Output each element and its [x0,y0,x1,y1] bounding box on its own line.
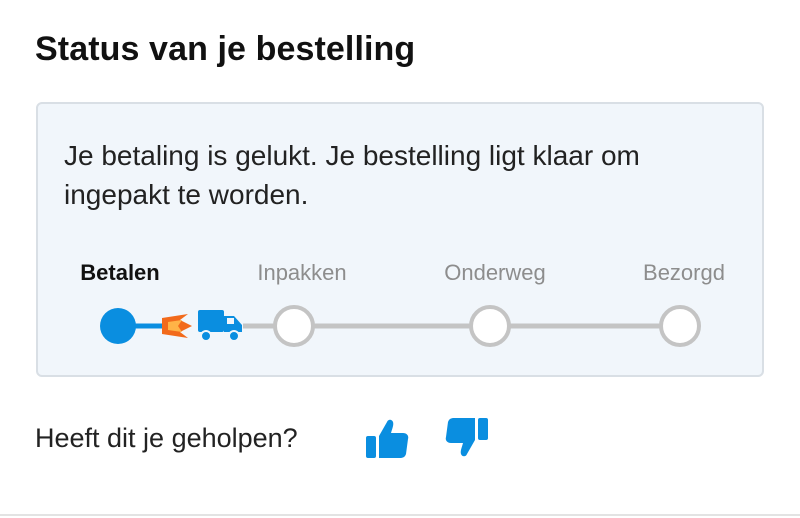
thumbs-down-icon [445,418,488,457]
flame-trail-icon [162,314,192,338]
order-status-page: Status van je bestelling Je betaling is … [0,0,800,518]
progress-tracker [100,305,701,347]
step-node-onderweg [469,305,511,347]
thumbs-up-button[interactable] [363,414,411,462]
delivery-truck-icon [198,310,242,342]
bottom-divider [0,514,800,516]
thumbs-down-button[interactable] [443,414,491,462]
step-node-betalen [100,308,136,344]
step-node-inpakken [273,305,315,347]
page-title: Status van je bestelling [35,30,416,68]
step-node-bezorgd [659,305,701,347]
feedback-question: Heeft dit je geholpen? [35,423,298,453]
status-card: Je betaling is gelukt. Je bestelling lig… [36,102,764,377]
thumbs-up-icon [366,419,409,458]
